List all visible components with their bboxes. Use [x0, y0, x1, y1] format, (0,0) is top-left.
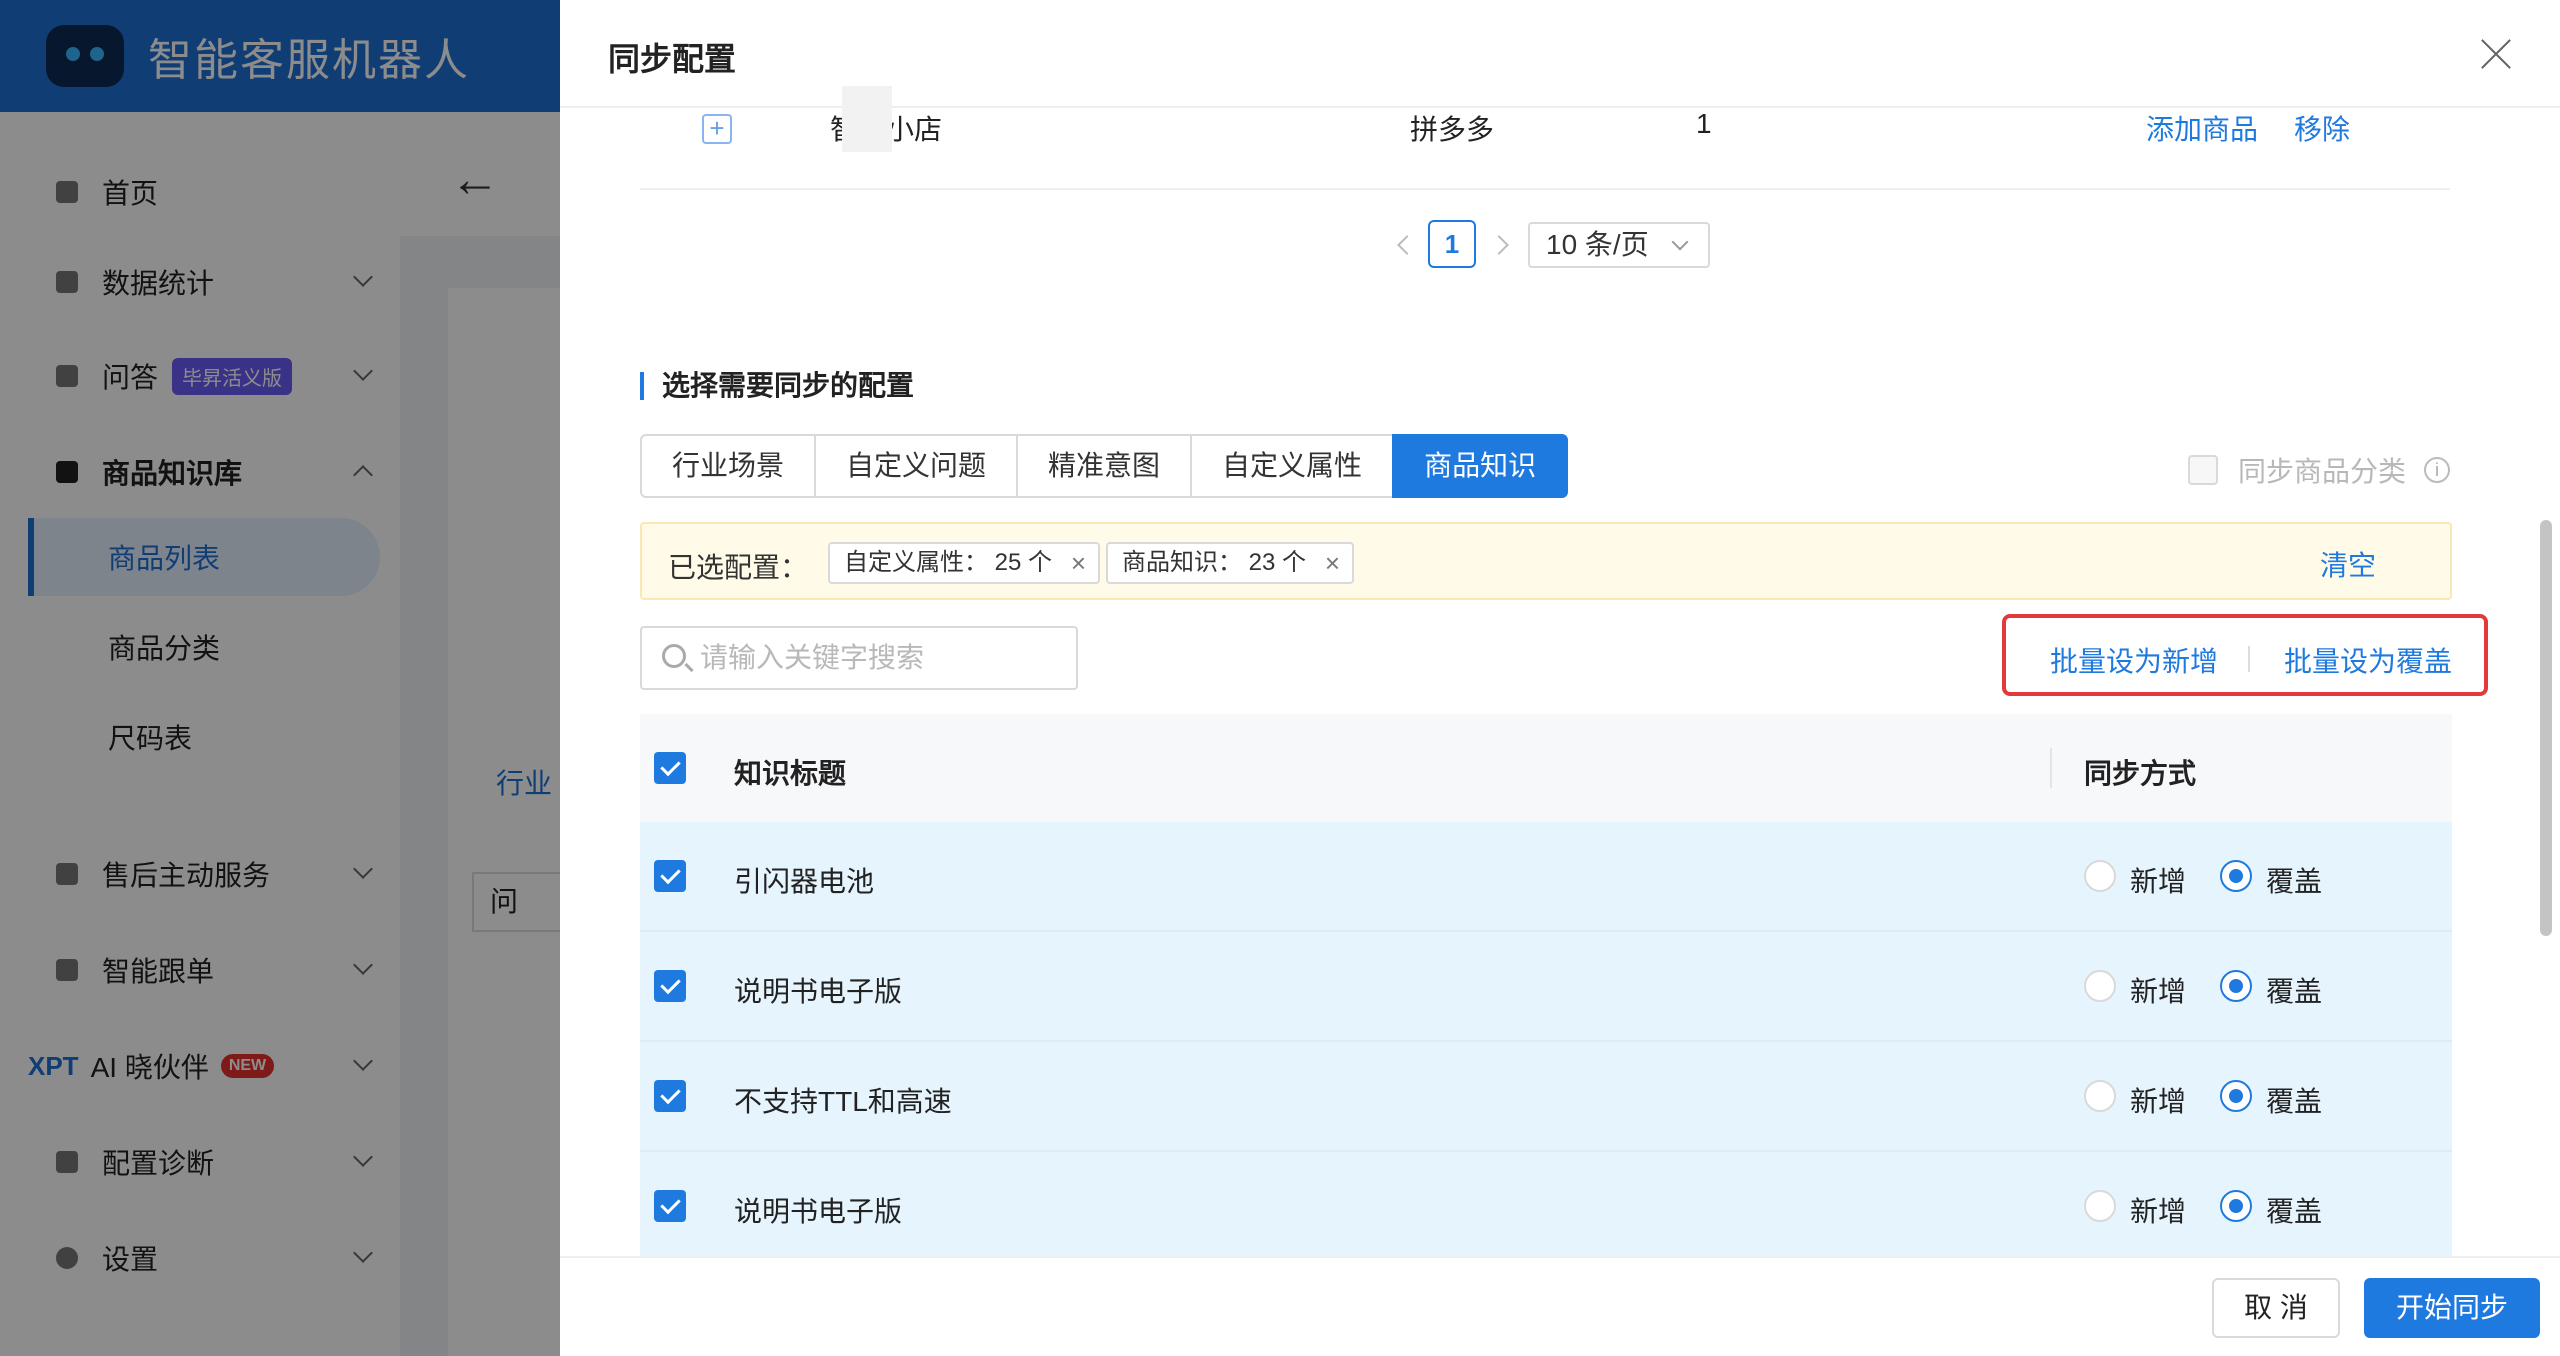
modal-mask[interactable]: [0, 0, 560, 1356]
radio-new-label: 新增: [2130, 1196, 2187, 1227]
chevron-down-icon: [1671, 233, 1689, 251]
divider: [2050, 748, 2052, 788]
scrollbar[interactable]: [2540, 520, 2552, 936]
batch-actions-highlight: 批量设为新增 批量设为覆盖: [2002, 614, 2488, 696]
divider: [2248, 646, 2250, 672]
page-size-value: 10 条/页: [1546, 229, 1649, 260]
drawer-footer: 取 消 开始同步: [560, 1256, 2560, 1356]
selected-label: 已选配置：: [668, 552, 809, 583]
radio-cover[interactable]: [2220, 1190, 2252, 1222]
radio-new[interactable]: [2084, 970, 2116, 1002]
sync-category-label: 同步商品分类: [2238, 456, 2407, 487]
chevron-right-icon[interactable]: [1489, 235, 1509, 255]
redaction-blur: [842, 86, 892, 152]
column-header-title: 知识标题: [734, 758, 847, 789]
pagination: 1 10 条/页: [560, 220, 2560, 270]
radio-cover[interactable]: [2220, 970, 2252, 1002]
radio-cover-label: 覆盖: [2266, 1196, 2323, 1227]
add-product-link[interactable]: 添加商品: [2146, 108, 2258, 148]
row-checkbox[interactable]: [654, 860, 686, 892]
row-checkbox[interactable]: [654, 970, 686, 1002]
knowledge-table: 知识标题 同步方式 引闪器电池 新增 覆盖 说明书电子版 新增 覆盖 不支持TT…: [640, 714, 2452, 1256]
column-header-sync: 同步方式: [2084, 758, 2197, 789]
radio-cover-label: 覆盖: [2266, 976, 2323, 1007]
remove-link[interactable]: 移除: [2294, 108, 2350, 148]
table-header: 知识标题 同步方式: [640, 714, 2452, 822]
selected-tag: 商品知识： 23 个 ×: [1106, 542, 1355, 584]
radio-new-label: 新增: [2130, 976, 2187, 1007]
tab-industry-scene[interactable]: 行业场景: [640, 434, 817, 498]
table-row: 说明书电子版 新增 覆盖: [640, 932, 2452, 1042]
sync-config-drawer: 同步配置 + 智流小店 拼多多 1 添加商品 移除 1 10 条/页 选择需要同…: [560, 0, 2560, 1356]
close-icon[interactable]: [2478, 36, 2514, 72]
radio-cover[interactable]: [2220, 860, 2252, 892]
start-sync-button[interactable]: 开始同步: [2364, 1278, 2540, 1338]
table-row: 不支持TTL和高速 新增 覆盖: [640, 1042, 2452, 1152]
radio-new[interactable]: [2084, 1190, 2116, 1222]
radio-cover-label: 覆盖: [2266, 1086, 2323, 1117]
drawer-title: 同步配置: [608, 41, 737, 77]
shop-platform: 拼多多: [1410, 114, 1495, 145]
knowledge-title: 不支持TTL和高速: [734, 1086, 952, 1117]
search-icon: [662, 644, 686, 668]
search-input[interactable]: [700, 636, 1060, 680]
select-all-checkbox[interactable]: [654, 752, 686, 784]
tab-product-knowledge[interactable]: 商品知识: [1392, 434, 1569, 498]
table-row: 说明书电子版 新增 覆盖: [640, 1152, 2452, 1256]
selected-tag: 自定义属性： 25 个 ×: [828, 542, 1101, 584]
close-icon[interactable]: ×: [1325, 544, 1340, 582]
sync-category-checkbox[interactable]: 同步商品分类 i: [2188, 450, 2451, 490]
batch-set-cover-link[interactable]: 批量设为覆盖: [2284, 640, 2452, 680]
tab-custom-attribute[interactable]: 自定义属性: [1190, 434, 1395, 498]
radio-new[interactable]: [2084, 1080, 2116, 1112]
checkbox[interactable]: [2188, 455, 2218, 485]
knowledge-title: 说明书电子版: [734, 976, 903, 1007]
section-title: 选择需要同步的配置: [640, 372, 914, 400]
radio-new[interactable]: [2084, 860, 2116, 892]
radio-cover-label: 覆盖: [2266, 866, 2323, 897]
cancel-button[interactable]: 取 消: [2212, 1278, 2340, 1338]
info-icon[interactable]: i: [2424, 457, 2451, 483]
table-row: 引闪器电池 新增 覆盖: [640, 822, 2452, 932]
tag-text: 商品知识： 23 个: [1122, 549, 1307, 576]
knowledge-title: 引闪器电池: [734, 866, 875, 897]
search-box: [640, 626, 1078, 690]
page-size-select[interactable]: 10 条/页: [1528, 222, 1710, 268]
clear-link[interactable]: 清空: [2320, 544, 2376, 584]
batch-set-new-link[interactable]: 批量设为新增: [2050, 640, 2218, 680]
table-row: + 智流小店 拼多多 1 添加商品 移除: [640, 86, 2450, 190]
config-tabs: 行业场景 自定义问题 精准意图 自定义属性 商品知识: [640, 434, 1569, 498]
page-number-current[interactable]: 1: [1428, 220, 1476, 268]
shop-count: 1: [1696, 108, 1712, 139]
radio-cover[interactable]: [2220, 1080, 2252, 1112]
row-checkbox[interactable]: [654, 1190, 686, 1222]
knowledge-title: 说明书电子版: [734, 1196, 903, 1227]
row-checkbox[interactable]: [654, 1080, 686, 1112]
close-icon[interactable]: ×: [1071, 544, 1086, 582]
radio-new-label: 新增: [2130, 1086, 2187, 1117]
radio-new-label: 新增: [2130, 866, 2187, 897]
tag-text: 自定义属性： 25 个: [844, 549, 1053, 576]
tab-custom-question[interactable]: 自定义问题: [814, 434, 1019, 498]
tab-precise-intent[interactable]: 精准意图: [1016, 434, 1193, 498]
chevron-left-icon[interactable]: [1397, 235, 1417, 255]
expand-plus-icon[interactable]: +: [702, 114, 732, 144]
selected-config-bar: 已选配置： 自定义属性： 25 个 × 商品知识： 23 个 × 清空: [640, 522, 2452, 600]
